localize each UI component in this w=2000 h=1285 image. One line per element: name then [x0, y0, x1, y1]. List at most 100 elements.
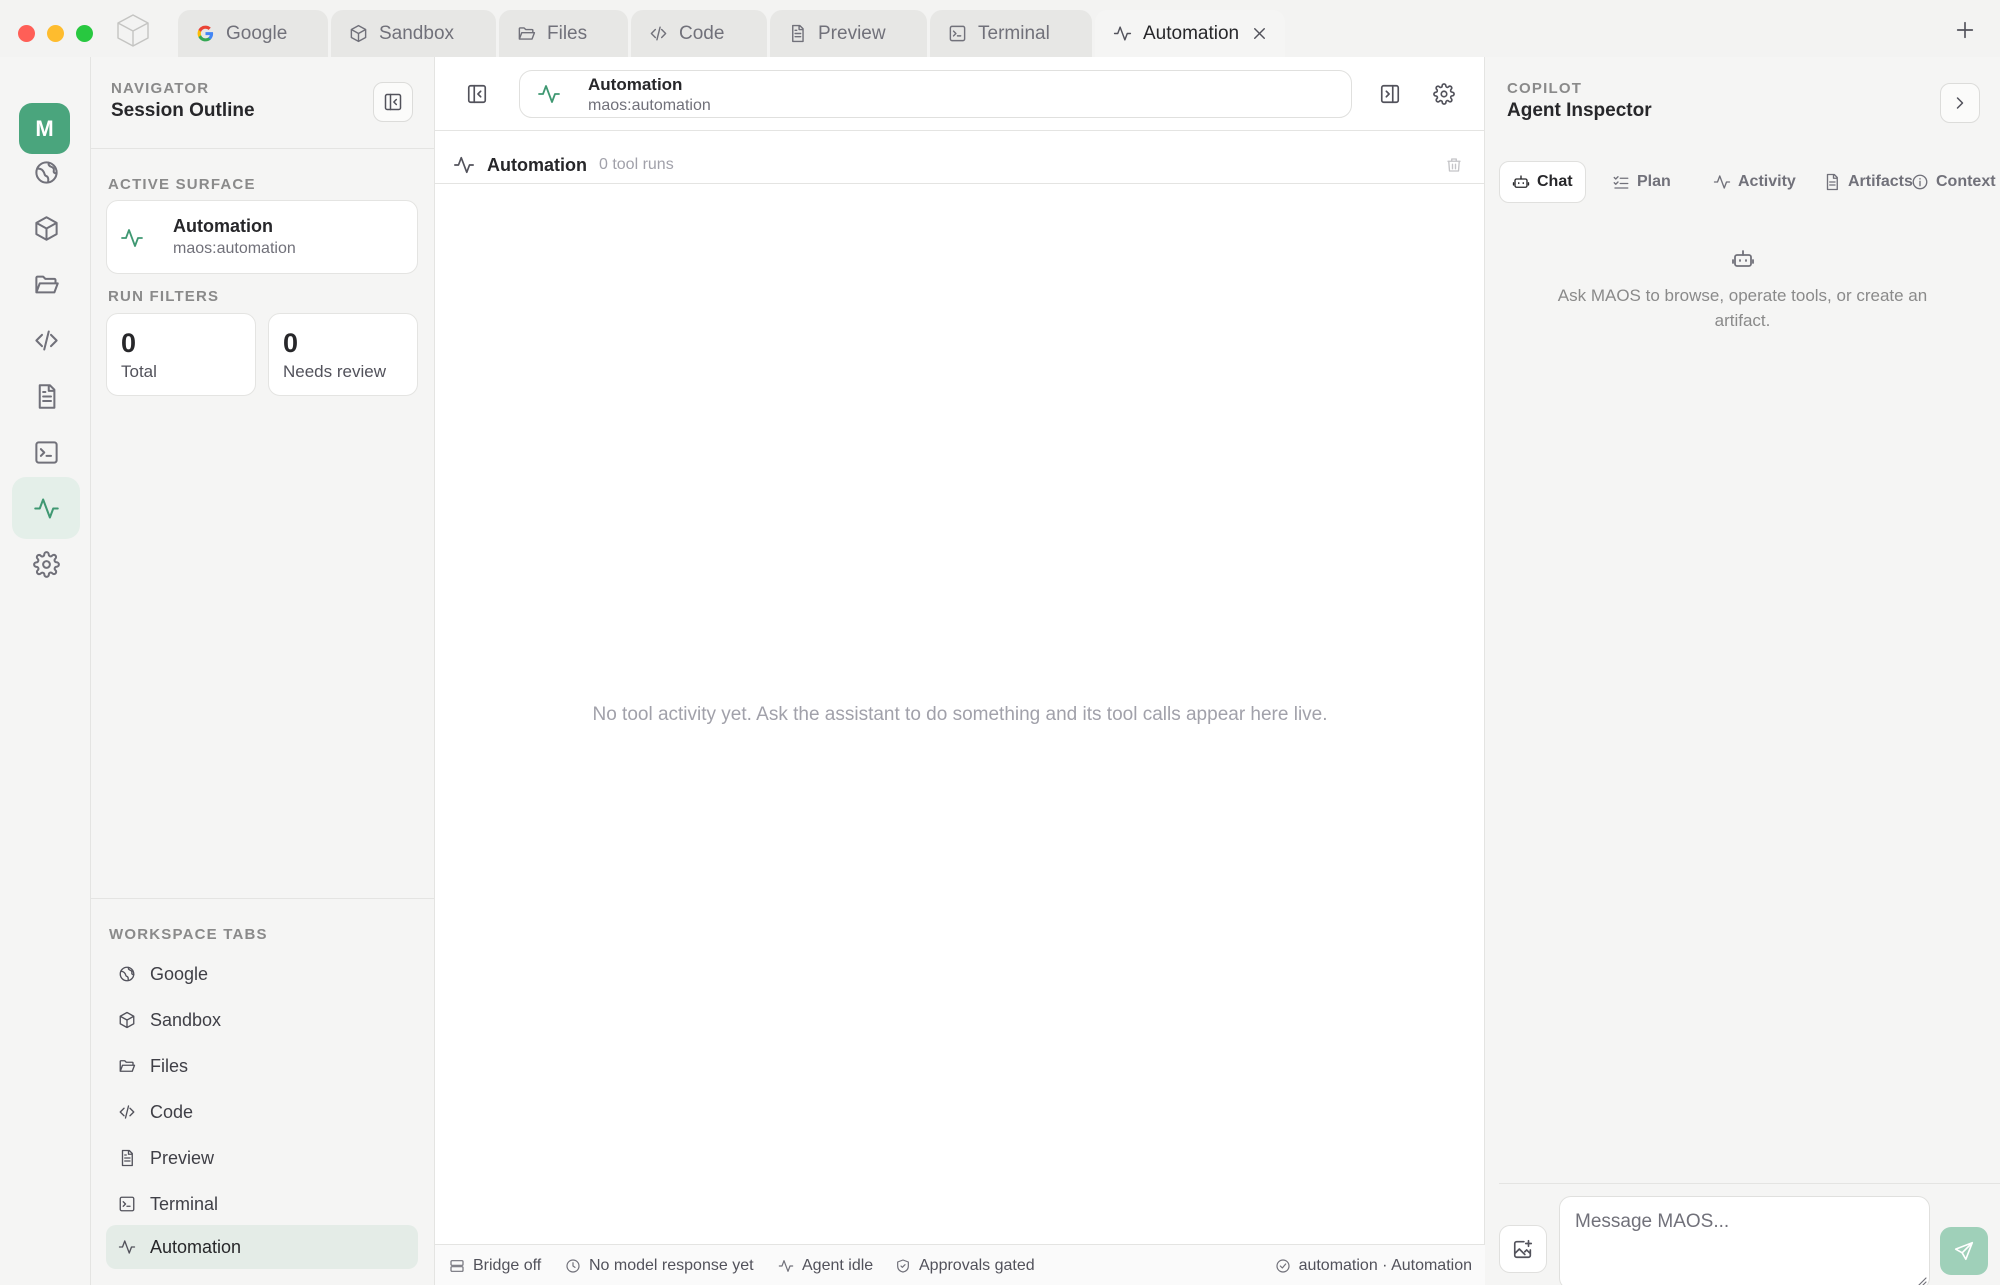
copilot-tab-context[interactable]: Context — [1899, 161, 2000, 203]
tab-files[interactable]: Files — [499, 10, 628, 57]
attach-image-button[interactable] — [1499, 1225, 1547, 1273]
tab-automation[interactable]: Automation — [1095, 10, 1285, 57]
workspace-tab-terminal[interactable]: Terminal — [106, 1182, 418, 1226]
copilot-tabs: Chat Plan Activity Artifacts Context — [1499, 161, 1996, 203]
terminal-icon — [948, 24, 967, 43]
minimize-window-button[interactable] — [47, 25, 64, 42]
cube-icon — [349, 24, 368, 43]
document-icon — [1823, 173, 1841, 191]
cube-icon — [118, 1011, 136, 1029]
rail-google-button[interactable] — [12, 141, 80, 203]
stat-label: Needs review — [283, 362, 386, 381]
panel-right-icon — [1379, 83, 1401, 105]
workspace-tab-google[interactable]: Google — [106, 952, 418, 996]
clock-icon — [565, 1258, 581, 1274]
copilot-tab-label: Context — [1936, 173, 1996, 190]
google-icon — [196, 24, 215, 43]
gear-icon — [1433, 83, 1455, 105]
panel-left-icon — [466, 83, 488, 105]
active-surface-card[interactable]: Automation maos:automation — [106, 200, 418, 274]
activity-icon — [453, 154, 475, 176]
info-icon — [1911, 173, 1929, 191]
activity-icon — [33, 495, 60, 522]
cube-icon — [33, 215, 60, 242]
terminal-icon — [33, 439, 60, 466]
activity-icon — [120, 226, 144, 250]
activity-icon — [1113, 24, 1132, 43]
tab-label: Automation — [1143, 22, 1240, 44]
stat-label: Total — [121, 362, 157, 381]
folder-icon — [118, 1057, 136, 1075]
status-context: automation · Automation — [1275, 1257, 1472, 1275]
document-icon — [118, 1149, 136, 1167]
activity-icon — [537, 82, 561, 106]
document-icon — [33, 383, 60, 410]
close-icon[interactable] — [1250, 24, 1269, 43]
workspace-tab-label: Google — [150, 963, 209, 984]
rail-terminal-button[interactable] — [12, 421, 80, 483]
tab-preview[interactable]: Preview — [770, 10, 927, 57]
status-approvals-text: Approvals gated — [919, 1257, 1035, 1274]
workspace-tab-files[interactable]: Files — [106, 1044, 418, 1088]
tab-label: Preview — [818, 22, 886, 44]
stat-value: 0 — [121, 328, 137, 358]
app-rail: M — [0, 57, 91, 1285]
activity-icon — [118, 1238, 136, 1256]
surface-address-bar[interactable]: Automation maos:automation — [519, 70, 1352, 118]
trash-icon[interactable] — [1445, 156, 1463, 174]
close-window-button[interactable] — [18, 25, 35, 42]
copilot-tab-chat[interactable]: Chat — [1499, 161, 1586, 203]
workspace-tab-sandbox[interactable]: Sandbox — [106, 998, 418, 1042]
divider — [435, 183, 1484, 184]
tab-code[interactable]: Code — [631, 10, 767, 57]
code-icon — [33, 327, 60, 354]
status-model-text: No model response yet — [589, 1257, 754, 1274]
tab-label: Files — [547, 22, 588, 44]
stat-needs-review-card[interactable]: 0 Needs review — [268, 313, 418, 396]
tool-run-count: 0 tool runs — [598, 156, 674, 173]
tab-label: Terminal — [978, 22, 1050, 44]
rail-automation-button[interactable] — [12, 477, 80, 539]
workspace-tab-preview[interactable]: Preview — [106, 1136, 418, 1180]
rail-sandbox-button[interactable] — [12, 197, 80, 259]
globe-icon — [118, 965, 136, 983]
rail-code-button[interactable] — [12, 309, 80, 371]
stat-value: 0 — [283, 328, 299, 358]
surface-settings-button[interactable] — [1429, 79, 1459, 109]
check-circle-icon — [1275, 1258, 1291, 1274]
status-bridge-text: Bridge off — [473, 1257, 542, 1274]
code-icon — [649, 24, 668, 43]
code-icon — [118, 1103, 136, 1121]
message-input[interactable] — [1559, 1196, 1930, 1285]
folder-icon — [517, 24, 536, 43]
copilot-tab-plan[interactable]: Plan — [1600, 161, 1683, 203]
resize-grip-icon[interactable] — [1915, 1275, 1927, 1285]
maximize-window-button[interactable] — [76, 25, 93, 42]
copilot-title: Agent Inspector — [1507, 100, 1652, 121]
collapse-navigator-button[interactable] — [373, 82, 413, 122]
toggle-copilot-button[interactable] — [1375, 79, 1405, 109]
tab-label: Google — [226, 22, 288, 44]
workspace-tab-label: Terminal — [150, 1193, 219, 1214]
rail-files-button[interactable] — [12, 253, 80, 315]
toggle-navigator-button[interactable] — [462, 79, 492, 109]
activity-icon — [778, 1258, 794, 1274]
workspace-tab-code[interactable]: Code — [106, 1090, 418, 1134]
tab-terminal[interactable]: Terminal — [930, 10, 1092, 57]
server-icon — [449, 1258, 465, 1274]
workspace-tab-automation[interactable]: Automation — [106, 1225, 418, 1269]
navigator-panel: NAVIGATOR Session Outline ACTIVE SURFACE… — [91, 57, 435, 1285]
divider — [435, 130, 1484, 131]
send-button[interactable] — [1940, 1227, 1988, 1275]
empty-state-message: No tool activity yet. Ask the assistant … — [592, 704, 1328, 725]
tab-google[interactable]: Google — [178, 10, 328, 57]
new-tab-button[interactable] — [1954, 19, 1976, 41]
divider — [91, 898, 434, 899]
copilot-tab-activity[interactable]: Activity — [1701, 161, 1808, 203]
collapse-copilot-button[interactable] — [1940, 83, 1980, 123]
rail-preview-button[interactable] — [12, 365, 80, 427]
stat-total-card[interactable]: 0 Total — [106, 313, 256, 396]
tab-sandbox[interactable]: Sandbox — [331, 10, 496, 57]
rail-settings-button[interactable] — [12, 533, 80, 595]
app-logo-icon — [113, 12, 153, 48]
